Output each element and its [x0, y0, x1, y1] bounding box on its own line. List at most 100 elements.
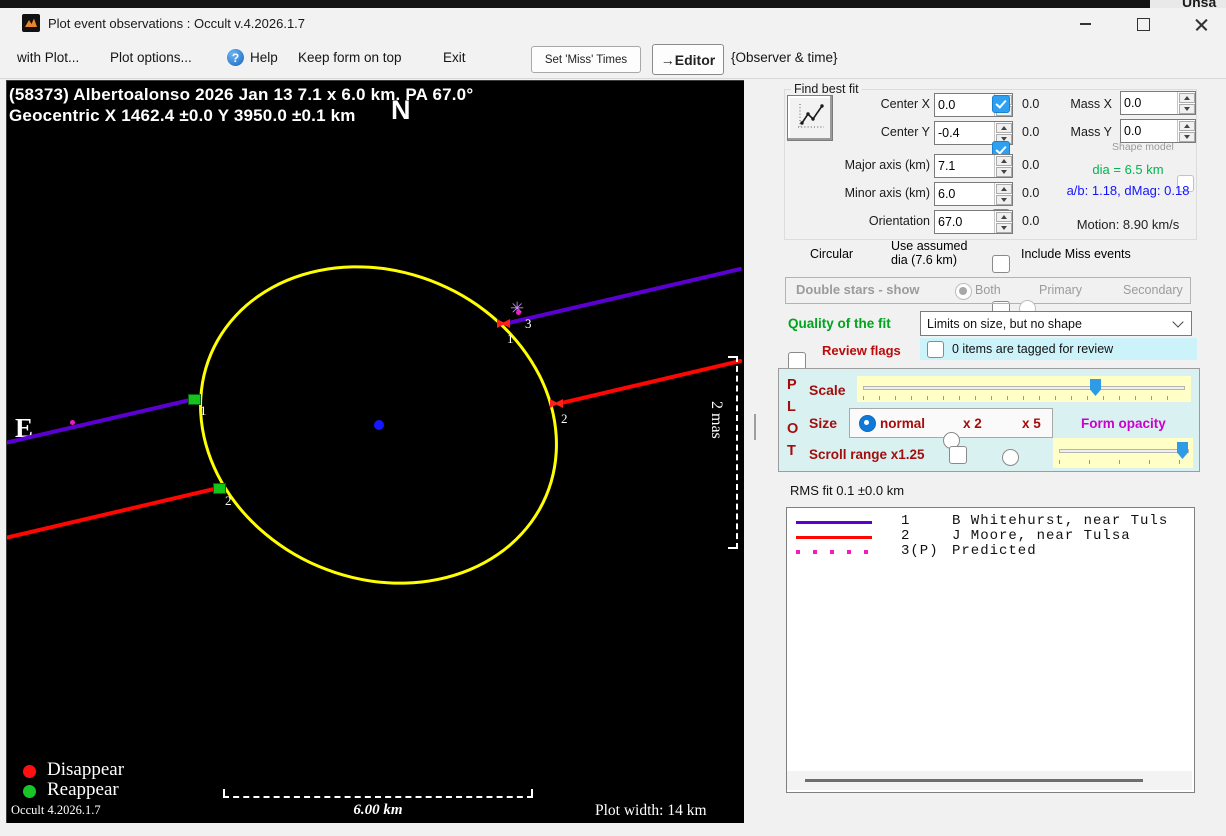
- double-stars-secondary-label: Secondary: [1123, 283, 1183, 297]
- scale-slider-ticks: [863, 396, 1183, 400]
- plot-width-label: Plot width: 14 km: [595, 802, 707, 820]
- observer-time-label: {Observer & time}: [731, 50, 838, 65]
- double-stars-both-radio[interactable]: [955, 283, 972, 300]
- background-window-title: Unsa: [1150, 0, 1226, 8]
- maximize-icon[interactable]: [1120, 9, 1166, 39]
- center-x-checkbox[interactable]: [992, 95, 1010, 113]
- chord2-legend-swatch: [796, 536, 872, 539]
- mas-bar-bottom-tick: [728, 547, 736, 549]
- obs2-name: J Moore, near Tulsa: [952, 528, 1131, 544]
- predicted-star-icon: [510, 299, 524, 319]
- center-x-error: 0.0: [1022, 97, 1039, 111]
- chord2-left-segment: [6, 486, 221, 541]
- rms-fit-label: RMS fit 0.1 ±0.0 km: [790, 483, 904, 498]
- diameter-value: dia = 6.5 km: [1066, 162, 1190, 177]
- app-icon: [22, 14, 40, 32]
- form-opacity-label: Form opacity: [1081, 416, 1166, 431]
- chord1-right-segment: [504, 267, 743, 326]
- splitter-handle[interactable]: [754, 414, 756, 440]
- orientation-label: Orientation: [810, 214, 930, 228]
- major-axis-label: Major axis (km): [810, 158, 930, 172]
- scroll-range-label: Scroll range x1.25: [809, 447, 925, 462]
- scale-bar-label: 6.00 km: [317, 802, 439, 819]
- plot-version: Occult 4.2026.1.7: [11, 803, 101, 818]
- orientation-spinner[interactable]: [934, 210, 1013, 234]
- scroll-range-checkbox[interactable]: [949, 446, 967, 464]
- scale-bar-left-tick: [223, 789, 225, 797]
- predicted-path-dot: [70, 420, 75, 425]
- form-opacity-slider[interactable]: [1053, 438, 1193, 468]
- ellipse-center-dot: [374, 420, 384, 430]
- obs1-name: B Whitehurst, near Tuls: [952, 513, 1168, 529]
- titlebar: Plot event observations : Occult v.4.202…: [0, 8, 1226, 40]
- listbox-hscrollbar-thumb[interactable]: [805, 779, 1143, 782]
- review-flags-text: 0 items are tagged for review: [952, 342, 1113, 356]
- mass-x-label: Mass X: [1040, 97, 1112, 111]
- disappear-dot-icon: [23, 765, 36, 778]
- minor-axis-spinner[interactable]: [934, 182, 1013, 206]
- predicted-star-dot: [516, 310, 521, 315]
- orientation-error: 0.0: [1022, 214, 1039, 228]
- minor-axis-checkbox[interactable]: [992, 255, 1010, 273]
- shape-model-label: Shape model: [1112, 141, 1174, 153]
- chord1-disappear-label: 1: [507, 331, 514, 347]
- chord2-right-segment: [557, 359, 743, 406]
- motion-value: Motion: 8.90 km/s: [1066, 217, 1190, 232]
- scale-label: Scale: [809, 382, 846, 398]
- listbox-hscrollbar[interactable]: [787, 771, 1192, 790]
- quality-of-fit-dropdown[interactable]: Limits on size, but no shape: [920, 311, 1192, 336]
- obs3-number: 3(P): [901, 543, 939, 559]
- include-miss-label: Include Miss events: [1021, 247, 1131, 261]
- double-stars-both-label: Both: [975, 283, 1001, 297]
- menu-help[interactable]: Help: [250, 50, 278, 65]
- plot-canvas[interactable]: (58373) Albertoalonso 2026 Jan 13 7.1 x …: [6, 80, 744, 823]
- double-stars-group: Double stars - show Both Primary Seconda…: [785, 277, 1191, 304]
- size-normal-label: normal: [880, 416, 925, 431]
- menu-keep-on-top[interactable]: Keep form on top: [298, 50, 402, 65]
- form-opacity-slider-thumb[interactable]: [1177, 442, 1188, 459]
- double-stars-label: Double stars - show: [796, 282, 920, 297]
- menu-exit[interactable]: Exit: [443, 50, 466, 65]
- set-miss-times-button[interactable]: Set 'Miss' Times: [531, 46, 641, 73]
- mass-x-spinner[interactable]: [1120, 91, 1196, 115]
- scale-slider[interactable]: [857, 376, 1191, 402]
- plot-subtitle: Geocentric X 1462.4 ±0.0 Y 3950.0 ±0.1 k…: [9, 106, 356, 126]
- size-x5-radio[interactable]: [1002, 449, 1019, 466]
- use-assumed-label-line2: dia (7.6 km): [891, 253, 957, 267]
- predicted-label: 3: [525, 316, 532, 332]
- center-x-label: Center X: [810, 97, 930, 111]
- obs2-number: 2: [901, 528, 910, 544]
- review-flags-box: 0 items are tagged for review: [920, 338, 1197, 360]
- scale-bar-right-tick: [531, 789, 533, 797]
- help-icon[interactable]: [227, 49, 244, 66]
- predicted-legend-swatch: [796, 550, 872, 554]
- size-x2-label: x 2: [963, 416, 982, 431]
- menu-plot-options[interactable]: Plot options...: [110, 50, 192, 65]
- review-flags-checkbox[interactable]: [927, 341, 944, 358]
- major-axis-error: 0.0: [1022, 158, 1039, 172]
- major-axis-spinner[interactable]: [934, 154, 1013, 178]
- reappear-legend: Reappear: [47, 779, 119, 801]
- double-stars-primary-label: Primary: [1039, 283, 1082, 297]
- mass-y-spinner[interactable]: [1120, 119, 1196, 143]
- mas-bar-top-tick: [728, 356, 736, 358]
- mas-label: 2 mas: [707, 401, 725, 439]
- minimize-icon[interactable]: [1062, 9, 1108, 39]
- size-normal-radio[interactable]: [859, 415, 876, 432]
- observations-listbox[interactable]: 1 B Whitehurst, near Tuls 2 J Moore, nea…: [786, 507, 1195, 793]
- close-icon[interactable]: [1178, 9, 1224, 39]
- editor-button[interactable]: →Editor: [652, 44, 724, 75]
- obs1-number: 1: [901, 513, 910, 529]
- menubar: with Plot... Plot options... Help Keep f…: [0, 40, 1226, 79]
- minor-axis-label: Minor axis (km): [810, 186, 930, 200]
- minor-axis-error: 0.0: [1022, 186, 1039, 200]
- quality-of-fit-label: Quality of the fit: [788, 316, 891, 331]
- menu-with-plot[interactable]: with Plot...: [17, 50, 79, 65]
- center-y-label: Center Y: [810, 125, 930, 139]
- scale-slider-thumb[interactable]: [1090, 379, 1101, 396]
- north-indicator: N: [391, 95, 411, 126]
- chord2-disappear-marker[interactable]: [550, 399, 563, 408]
- background-window-strip: [0, 0, 1226, 8]
- obs3-name: Predicted: [952, 543, 1037, 559]
- review-flags-label: Review flags: [822, 343, 901, 358]
